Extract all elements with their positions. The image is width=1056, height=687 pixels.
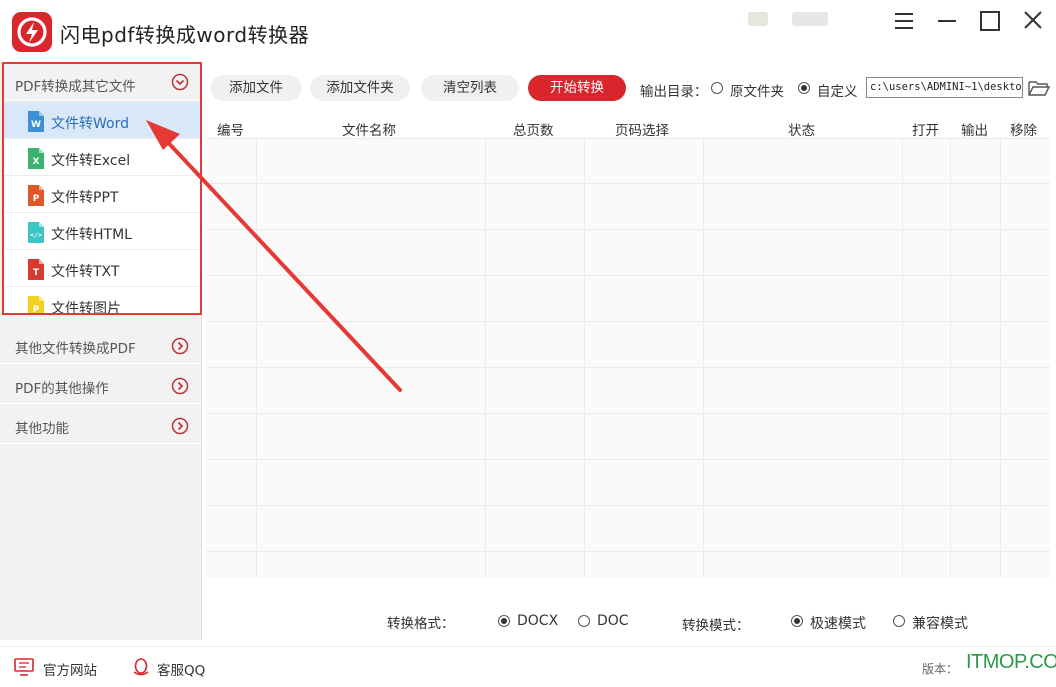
output-original-radio[interactable]: [711, 82, 723, 94]
menu-button[interactable]: [890, 8, 918, 34]
sidebar-item-label: 文件转图片: [51, 301, 121, 314]
chevron-down-circle-icon: [171, 73, 189, 91]
format-doc-label[interactable]: DOC: [597, 613, 629, 629]
minimize-icon: [938, 20, 956, 22]
svg-text:W: W: [31, 120, 41, 130]
sidebar-group-other-functions[interactable]: 其他功能: [0, 406, 201, 444]
app-title: 闪电pdf转换成word转换器: [60, 23, 310, 47]
customer-service-qq-link[interactable]: 客服QQ: [157, 659, 205, 679]
sidebar-group-pdf-to-other[interactable]: PDF转换成其它文件: [0, 64, 201, 100]
sidebar-item-to-txt[interactable]: T 文件转TXT: [4, 250, 200, 287]
mode-fast-label[interactable]: 极速模式: [810, 613, 866, 633]
folder-open-icon[interactable]: [1028, 79, 1050, 97]
col-header-index: 编号: [217, 123, 244, 139]
app-logo-icon: [12, 12, 52, 52]
file-table: 编号 文件名称 总页数 页码选择 状态 打开 输出 移除: [206, 114, 1050, 578]
sidebar-group-label: 其他文件转换成PDF: [15, 341, 136, 357]
chevron-right-circle-icon: [171, 417, 189, 435]
conversion-type-list: W 文件转Word X 文件转Excel P 文件转PPT </> 文件转HTM…: [4, 102, 200, 314]
monitor-icon: [14, 658, 34, 676]
output-custom-label[interactable]: 自定义: [817, 80, 858, 100]
sidebar-group-pdf-other-ops[interactable]: PDF的其他操作: [0, 366, 201, 404]
col-header-filename: 文件名称: [342, 123, 396, 139]
sidebar-item-label: 文件转Excel: [51, 153, 131, 169]
sidebar-group-label: PDF转换成其它文件: [15, 79, 136, 95]
svg-text:</>: </>: [30, 231, 42, 239]
sidebar-group-label: PDF的其他操作: [15, 381, 109, 397]
chevron-right-circle-icon: [171, 337, 189, 355]
maximize-button[interactable]: [976, 8, 1004, 34]
output-path-field[interactable]: c:\users\ADMINI~1\desktop: [866, 77, 1023, 98]
sidebar-item-to-excel[interactable]: X 文件转Excel: [4, 139, 200, 176]
excel-file-icon: X: [28, 148, 44, 169]
format-docx-radio[interactable]: [498, 615, 510, 627]
sidebar-item-label: 文件转TXT: [51, 264, 120, 280]
conversion-options: 转换格式： DOCX DOC 转换模式： 极速模式 兼容模式: [202, 590, 1056, 640]
user-name-blurred[interactable]: [792, 12, 828, 26]
mode-label: 转换模式：: [682, 618, 750, 634]
user-avatar-blurred[interactable]: [748, 12, 768, 26]
title-bar: 闪电pdf转换成word转换器: [0, 0, 1056, 62]
col-header-remove: 移除: [1010, 123, 1037, 139]
sidebar-item-label: 文件转Word: [51, 116, 129, 132]
official-website-link[interactable]: 官方网站: [43, 659, 97, 679]
close-icon: [1024, 11, 1042, 29]
sidebar-group-label: 其他功能: [15, 421, 69, 437]
col-header-open: 打开: [912, 123, 939, 139]
ppt-file-icon: P: [28, 185, 44, 206]
hamburger-menu-icon: [895, 13, 913, 29]
html-file-icon: </>: [28, 222, 44, 243]
mode-fast-radio[interactable]: [791, 615, 803, 627]
format-doc-radio[interactable]: [578, 615, 590, 627]
sidebar-group-other-to-pdf[interactable]: 其他文件转换成PDF: [0, 326, 201, 364]
col-header-status: 状态: [788, 123, 815, 139]
sidebar-item-to-ppt[interactable]: P 文件转PPT: [4, 176, 200, 213]
mode-compat-radio[interactable]: [893, 615, 905, 627]
status-bar: 官方网站 客服QQ 版本： ITMOP.COM: [0, 646, 1056, 687]
format-label: 转换格式：: [387, 616, 455, 632]
table-header: 编号 文件名称 总页数 页码选择 状态 打开 输出 移除: [206, 114, 1050, 139]
mode-compat-label[interactable]: 兼容模式: [912, 613, 968, 633]
output-original-label[interactable]: 原文件夹: [730, 80, 784, 100]
svg-text:P: P: [33, 194, 40, 204]
image-file-icon: P: [28, 296, 44, 314]
maximize-icon: [980, 11, 1000, 31]
table-body[interactable]: [206, 138, 1050, 578]
col-header-pages: 总页数: [513, 123, 554, 139]
col-header-output: 输出: [961, 123, 988, 139]
svg-text:T: T: [33, 268, 40, 278]
format-docx-label[interactable]: DOCX: [517, 613, 558, 629]
svg-text:X: X: [33, 157, 40, 167]
svg-text:P: P: [33, 305, 40, 314]
qq-penguin-icon: [133, 658, 149, 676]
chevron-right-circle-icon: [171, 377, 189, 395]
col-header-page-select: 页码选择: [615, 123, 669, 139]
sidebar-item-label: 文件转HTML: [51, 227, 132, 243]
close-button[interactable]: [1019, 8, 1047, 34]
txt-file-icon: T: [28, 259, 44, 280]
output-dir-label: 输出目录：: [640, 84, 708, 100]
add-folder-button[interactable]: 添加文件夹: [310, 75, 410, 101]
site-watermark: ITMOP.COM: [966, 651, 1056, 673]
add-file-button[interactable]: 添加文件: [210, 75, 302, 101]
output-custom-radio[interactable]: [798, 82, 810, 94]
start-convert-button[interactable]: 开始转换: [528, 75, 626, 101]
word-file-icon: W: [28, 111, 44, 132]
clear-list-button[interactable]: 清空列表: [421, 75, 519, 101]
version-label: 版本：: [922, 662, 959, 676]
minimize-button[interactable]: [933, 8, 961, 34]
sidebar-item-to-html[interactable]: </> 文件转HTML: [4, 213, 200, 250]
sidebar-item-label: 文件转PPT: [51, 190, 119, 206]
sidebar-item-to-word[interactable]: W 文件转Word: [4, 102, 200, 139]
sidebar-item-to-image[interactable]: P 文件转图片: [4, 287, 200, 314]
